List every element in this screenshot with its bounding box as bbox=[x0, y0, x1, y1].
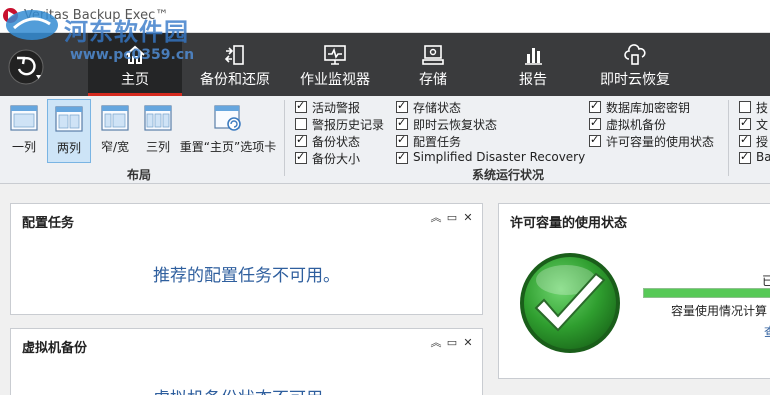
collapse-icon[interactable]: ︽ bbox=[430, 336, 442, 350]
tab-job-monitor-label: 作业监视器 bbox=[300, 72, 370, 88]
cloud-recovery-icon bbox=[624, 44, 646, 65]
reset-home-tab-button[interactable]: 重置“主页”选项卡 bbox=[178, 99, 278, 163]
collapse-icon[interactable]: ︽ bbox=[430, 211, 442, 225]
panel-message: 虚拟机备份状态不可用。 bbox=[11, 384, 482, 395]
reset-home-tab-label: 重置“主页”选项卡 bbox=[179, 140, 277, 154]
tab-home-label: 主页 bbox=[121, 72, 149, 88]
watermark-url: www.pc0359.cn bbox=[70, 47, 195, 63]
layout-two-column-label: 两列 bbox=[56, 141, 81, 155]
tab-reports-label: 报告 bbox=[519, 72, 547, 88]
watermark-title: 河东软件园 bbox=[64, 18, 189, 46]
panel-message: 推荐的配置任务不可用。 bbox=[153, 266, 340, 286]
capacity-usage-fill bbox=[644, 289, 770, 297]
checkbox[interactable] bbox=[295, 118, 307, 130]
panel-controls: ︽ ▭ ✕ bbox=[430, 211, 476, 225]
capacity-usage-bar bbox=[643, 288, 770, 298]
layout-three-column-label: 三列 bbox=[145, 140, 170, 154]
job-monitor-icon bbox=[324, 45, 346, 65]
close-icon[interactable]: ✕ bbox=[462, 336, 474, 350]
checkbox-label: 配置任务 bbox=[413, 135, 462, 149]
panel-title: 许可容量的使用状态 bbox=[510, 216, 628, 231]
backup-restore-icon bbox=[224, 45, 244, 65]
checkbox[interactable] bbox=[295, 99, 307, 113]
layout-narrow-wide-button[interactable]: 窄/宽 bbox=[96, 99, 134, 163]
maximize-icon[interactable]: ▭ bbox=[446, 211, 458, 225]
panel-title: 虚拟机备份 bbox=[22, 341, 88, 356]
checkbox[interactable] bbox=[739, 150, 751, 164]
checkbox-label: 技 bbox=[756, 101, 769, 115]
checkbox-label: 活动警报 bbox=[312, 101, 361, 115]
storage-icon bbox=[422, 45, 444, 65]
checkbox-label: Simplified Disaster Recovery bbox=[413, 150, 586, 164]
checkbox-label: 数据库加密密钥 bbox=[606, 101, 691, 115]
layout-three-column-button[interactable]: 三列 bbox=[140, 99, 176, 163]
narrow-wide-icon bbox=[101, 105, 129, 131]
checkbox[interactable] bbox=[396, 99, 408, 113]
tab-backup-restore-label: 备份和还原 bbox=[200, 72, 270, 88]
maximize-icon[interactable]: ▭ bbox=[446, 336, 458, 350]
ribbon-separator bbox=[728, 100, 729, 176]
checkbox[interactable] bbox=[589, 99, 601, 113]
checkbox-label: 备份大小 bbox=[312, 152, 361, 166]
checkbox[interactable] bbox=[396, 133, 408, 147]
tab-job-monitor[interactable]: 作业监视器 bbox=[292, 33, 378, 96]
tab-instant-cloud-recovery-label: 即时云恢复 bbox=[600, 72, 670, 88]
checkbox-label: 备份状态 bbox=[312, 135, 361, 149]
ribbon: 一列 两列 窄/宽 三列 重置“主页”选项卡 布局 ✓ 活动警报 警报历史记录 … bbox=[0, 96, 770, 184]
checkbox-label: 存储状态 bbox=[413, 101, 462, 115]
tab-storage[interactable]: 存储 bbox=[400, 33, 466, 96]
capacity-usage-text: 容量使用情况计算 bbox=[671, 304, 768, 318]
watermark-logo-icon bbox=[6, 10, 58, 40]
checkbox[interactable] bbox=[739, 133, 751, 147]
layout-group-label: 布局 bbox=[127, 168, 152, 182]
panel-title: 配置任务 bbox=[22, 216, 75, 231]
tab-backup-restore[interactable]: 备份和还原 bbox=[192, 33, 278, 96]
layout-narrow-wide-label: 窄/宽 bbox=[100, 140, 130, 154]
two-column-icon bbox=[55, 106, 83, 132]
view-details-link[interactable]: 查 bbox=[764, 323, 770, 340]
layout-two-column-button[interactable]: 两列 bbox=[47, 99, 91, 163]
ribbon-separator bbox=[284, 100, 285, 176]
checkbox-label: 虚拟机备份 bbox=[606, 118, 667, 132]
checkbox[interactable] bbox=[396, 116, 408, 130]
checkbox[interactable] bbox=[739, 116, 751, 130]
checkbox[interactable] bbox=[589, 116, 601, 130]
tab-storage-label: 存储 bbox=[419, 72, 447, 88]
checkbox[interactable] bbox=[295, 150, 307, 164]
three-column-icon bbox=[144, 105, 172, 131]
panel-controls: ︽ ▭ ✕ bbox=[430, 336, 476, 350]
checkbox[interactable] bbox=[739, 101, 751, 113]
one-column-icon bbox=[10, 105, 38, 131]
checkbox[interactable] bbox=[589, 133, 601, 147]
layout-one-column-button[interactable]: 一列 bbox=[4, 99, 44, 163]
checkmark-ok-icon bbox=[520, 253, 620, 353]
checkbox-label: 文 bbox=[756, 118, 769, 132]
checkbox[interactable] bbox=[295, 133, 307, 147]
vm-backup-panel: 虚拟机备份 ︽ ▭ ✕ 虚拟机备份状态不可用。 bbox=[10, 328, 483, 395]
system-status-group-label: 系统运行状况 bbox=[472, 168, 545, 182]
checkbox-label: 授 bbox=[756, 135, 769, 149]
close-icon[interactable]: ✕ bbox=[462, 211, 474, 225]
checkbox-label: 警报历史记录 bbox=[312, 118, 385, 132]
checkbox-label: 即时云恢复状态 bbox=[413, 118, 498, 132]
config-tasks-panel: 配置任务 ︽ ▭ ✕ 推荐的配置任务不可用。 bbox=[10, 203, 483, 315]
license-label-top: 已 bbox=[762, 274, 770, 288]
application-menu-button[interactable] bbox=[6, 47, 46, 87]
checkbox-label: Ba bbox=[756, 150, 770, 164]
checkbox[interactable] bbox=[396, 150, 408, 164]
tab-instant-cloud-recovery[interactable]: 即时云恢复 bbox=[592, 33, 678, 96]
reset-layout-icon bbox=[214, 105, 241, 131]
layout-one-column-label: 一列 bbox=[11, 140, 36, 154]
tab-reports[interactable]: 报告 bbox=[500, 33, 566, 96]
checkbox-label: 许可容量的使用状态 bbox=[606, 135, 715, 149]
reports-icon bbox=[525, 48, 542, 65]
